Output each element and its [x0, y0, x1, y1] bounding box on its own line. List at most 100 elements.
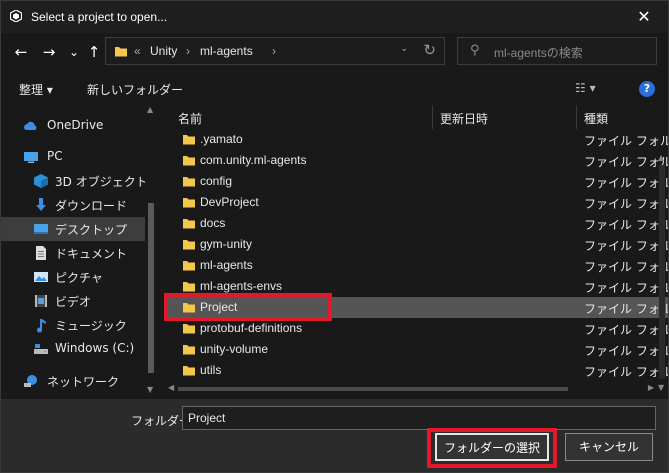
file-row[interactable]: ml-agentsファイル フォルダー	[166, 255, 668, 276]
sidebar-item-label: ドキュメント	[55, 247, 128, 261]
breadcrumb-overflow[interactable]: «	[134, 44, 141, 58]
file-name: ml-agents-envs	[200, 279, 283, 293]
file-row[interactable]: com.unity.ml-agentsファイル フォルダー	[166, 150, 668, 171]
file-row[interactable]: unity-volumeファイル フォルダー	[166, 339, 668, 360]
file-name: config	[200, 174, 233, 188]
file-name: protobuf-definitions	[200, 321, 303, 335]
sidebar-item-label: ダウンロード	[55, 199, 128, 213]
close-icon[interactable]: ✕	[634, 7, 654, 27]
file-row[interactable]: utilsファイル フォルダー	[166, 360, 668, 381]
sidebar-item-downloads[interactable]: ダウンロード	[1, 193, 147, 217]
breadcrumb-unity[interactable]: Unity	[150, 44, 177, 58]
file-row[interactable]: gym-unityファイル フォルダー	[166, 234, 668, 255]
folder-icon	[183, 261, 195, 271]
folder-icon	[183, 156, 195, 166]
address-dropdown-icon[interactable]: ⌄	[400, 44, 408, 54]
file-row[interactable]: protobuf-definitionsファイル フォルダー	[166, 318, 668, 339]
highlight-box-project	[164, 293, 332, 321]
computer-icon	[24, 152, 38, 163]
file-name: DevProject	[200, 195, 259, 209]
file-name: com.unity.ml-agents	[200, 153, 307, 167]
search-placeholder: ml-agentsの検索	[494, 46, 583, 60]
file-list: ^ 名前 更新日時 種類 .yamatoファイル フォルダーcom.unity.…	[166, 105, 668, 397]
folder-icon	[183, 324, 195, 334]
up-arrow-icon[interactable]: ↑	[85, 42, 103, 62]
folder-icon	[115, 47, 127, 57]
sidebar-item-windows-c[interactable]: Windows (C:)	[1, 337, 147, 361]
file-row[interactable]: docsファイル フォルダー	[166, 213, 668, 234]
network-icon	[24, 375, 37, 387]
cloud-icon	[24, 121, 37, 130]
file-name: docs	[200, 216, 226, 230]
column-divider[interactable]	[576, 105, 577, 129]
recent-locations-chevron-icon[interactable]: ⌄	[67, 42, 81, 62]
sidebar-item-desktop[interactable]: デスクトップ	[1, 217, 147, 241]
dialog-footer: フォルダー: Project フォルダーの選択 キャンセル	[1, 399, 668, 472]
sidebar-item-label: PC	[47, 149, 63, 163]
view-options-button[interactable]: ☷ ▾	[575, 81, 596, 95]
file-name: gym-unity	[200, 237, 253, 251]
cancel-button[interactable]: キャンセル	[565, 433, 653, 461]
sidebar-item-pictures[interactable]: ピクチャ	[1, 265, 147, 289]
download-icon	[36, 198, 46, 211]
highlight-box-select-button	[427, 428, 557, 468]
file-row[interactable]: configファイル フォルダー	[166, 171, 668, 192]
scrollbar-thumb[interactable]	[659, 165, 665, 379]
folder-icon	[183, 366, 195, 376]
column-header-type[interactable]: 種類	[584, 110, 608, 127]
sidebar-item-3d-objects[interactable]: 3D オブジェクト	[1, 169, 148, 193]
navigation-pane-scrollbar[interactable]: ▲ ▼	[145, 105, 157, 397]
command-toolbar: 整理 ▾ 新しいフォルダー ☷ ▾	[1, 75, 668, 103]
address-bar[interactable]: « Unity › ml-agents › ⌄ ↻	[105, 37, 445, 65]
folder-icon	[183, 345, 195, 355]
sidebar-item-label: ネットワーク	[47, 375, 120, 389]
folder-icon	[183, 177, 195, 187]
drive-icon	[34, 344, 48, 354]
breadcrumb-separator[interactable]: ›	[272, 44, 276, 58]
folder-icon	[183, 135, 195, 145]
sidebar-item-videos[interactable]: ビデオ	[1, 289, 147, 313]
music-icon	[37, 319, 46, 333]
scrollbar-thumb[interactable]	[178, 387, 568, 391]
back-arrow-icon[interactable]: ←	[11, 42, 31, 62]
breadcrumb-separator[interactable]: ›	[186, 44, 190, 58]
navigation-pane: OneDrive PC 3D オブジェクト ダウンロード デスクトップ ドキュメ…	[1, 105, 157, 397]
folder-icon	[183, 240, 195, 250]
scroll-down-icon[interactable]: ▼	[658, 383, 664, 392]
folder-name-input[interactable]: Project	[182, 406, 656, 430]
help-icon[interactable]: ?	[639, 81, 655, 97]
sidebar-item-label: ミュージック	[55, 319, 127, 333]
file-row[interactable]: DevProjectファイル フォルダー	[166, 192, 668, 213]
scroll-down-icon[interactable]: ▼	[147, 385, 153, 394]
file-list-scrollbar[interactable]: ▲ ▼	[656, 129, 668, 397]
sidebar-item-documents[interactable]: ドキュメント	[1, 241, 147, 265]
picture-icon	[34, 272, 48, 282]
forward-arrow-icon[interactable]: →	[39, 42, 59, 62]
organize-menu-button[interactable]: 整理 ▾	[19, 81, 53, 98]
document-icon	[36, 246, 46, 260]
sidebar-item-music[interactable]: ミュージック	[1, 313, 147, 337]
horizontal-scrollbar[interactable]: ◀ ▶	[166, 381, 656, 397]
cube-icon	[34, 174, 48, 188]
refresh-icon[interactable]: ↻	[423, 41, 436, 59]
column-divider[interactable]	[432, 105, 433, 129]
sidebar-item-pc[interactable]: PC	[1, 145, 147, 169]
sidebar-item-label: Windows (C:)	[55, 341, 135, 355]
breadcrumb-ml-agents[interactable]: ml-agents	[200, 44, 253, 58]
column-header-date[interactable]: 更新日時	[440, 110, 488, 127]
scroll-left-icon[interactable]: ◀	[168, 383, 174, 392]
scroll-up-icon[interactable]: ▲	[147, 105, 153, 114]
file-row[interactable]: .yamatoファイル フォルダー	[166, 129, 668, 150]
scroll-right-icon[interactable]: ▶	[648, 383, 654, 392]
column-header-name[interactable]: 名前	[178, 110, 202, 127]
sidebar-item-network[interactable]: ネットワーク	[1, 369, 147, 393]
sidebar-item-label: OneDrive	[47, 118, 104, 132]
search-box[interactable]: ⚲ ml-agentsの検索	[457, 37, 657, 65]
new-folder-button[interactable]: 新しいフォルダー	[87, 81, 183, 98]
scrollbar-thumb[interactable]	[148, 203, 154, 373]
sidebar-item-onedrive[interactable]: OneDrive	[1, 114, 147, 138]
sidebar-item-label: デスクトップ	[55, 223, 128, 237]
title-bar: Select a project to open... ✕	[1, 1, 668, 33]
folder-icon	[183, 219, 195, 229]
scroll-up-icon[interactable]: ▲	[658, 153, 664, 162]
